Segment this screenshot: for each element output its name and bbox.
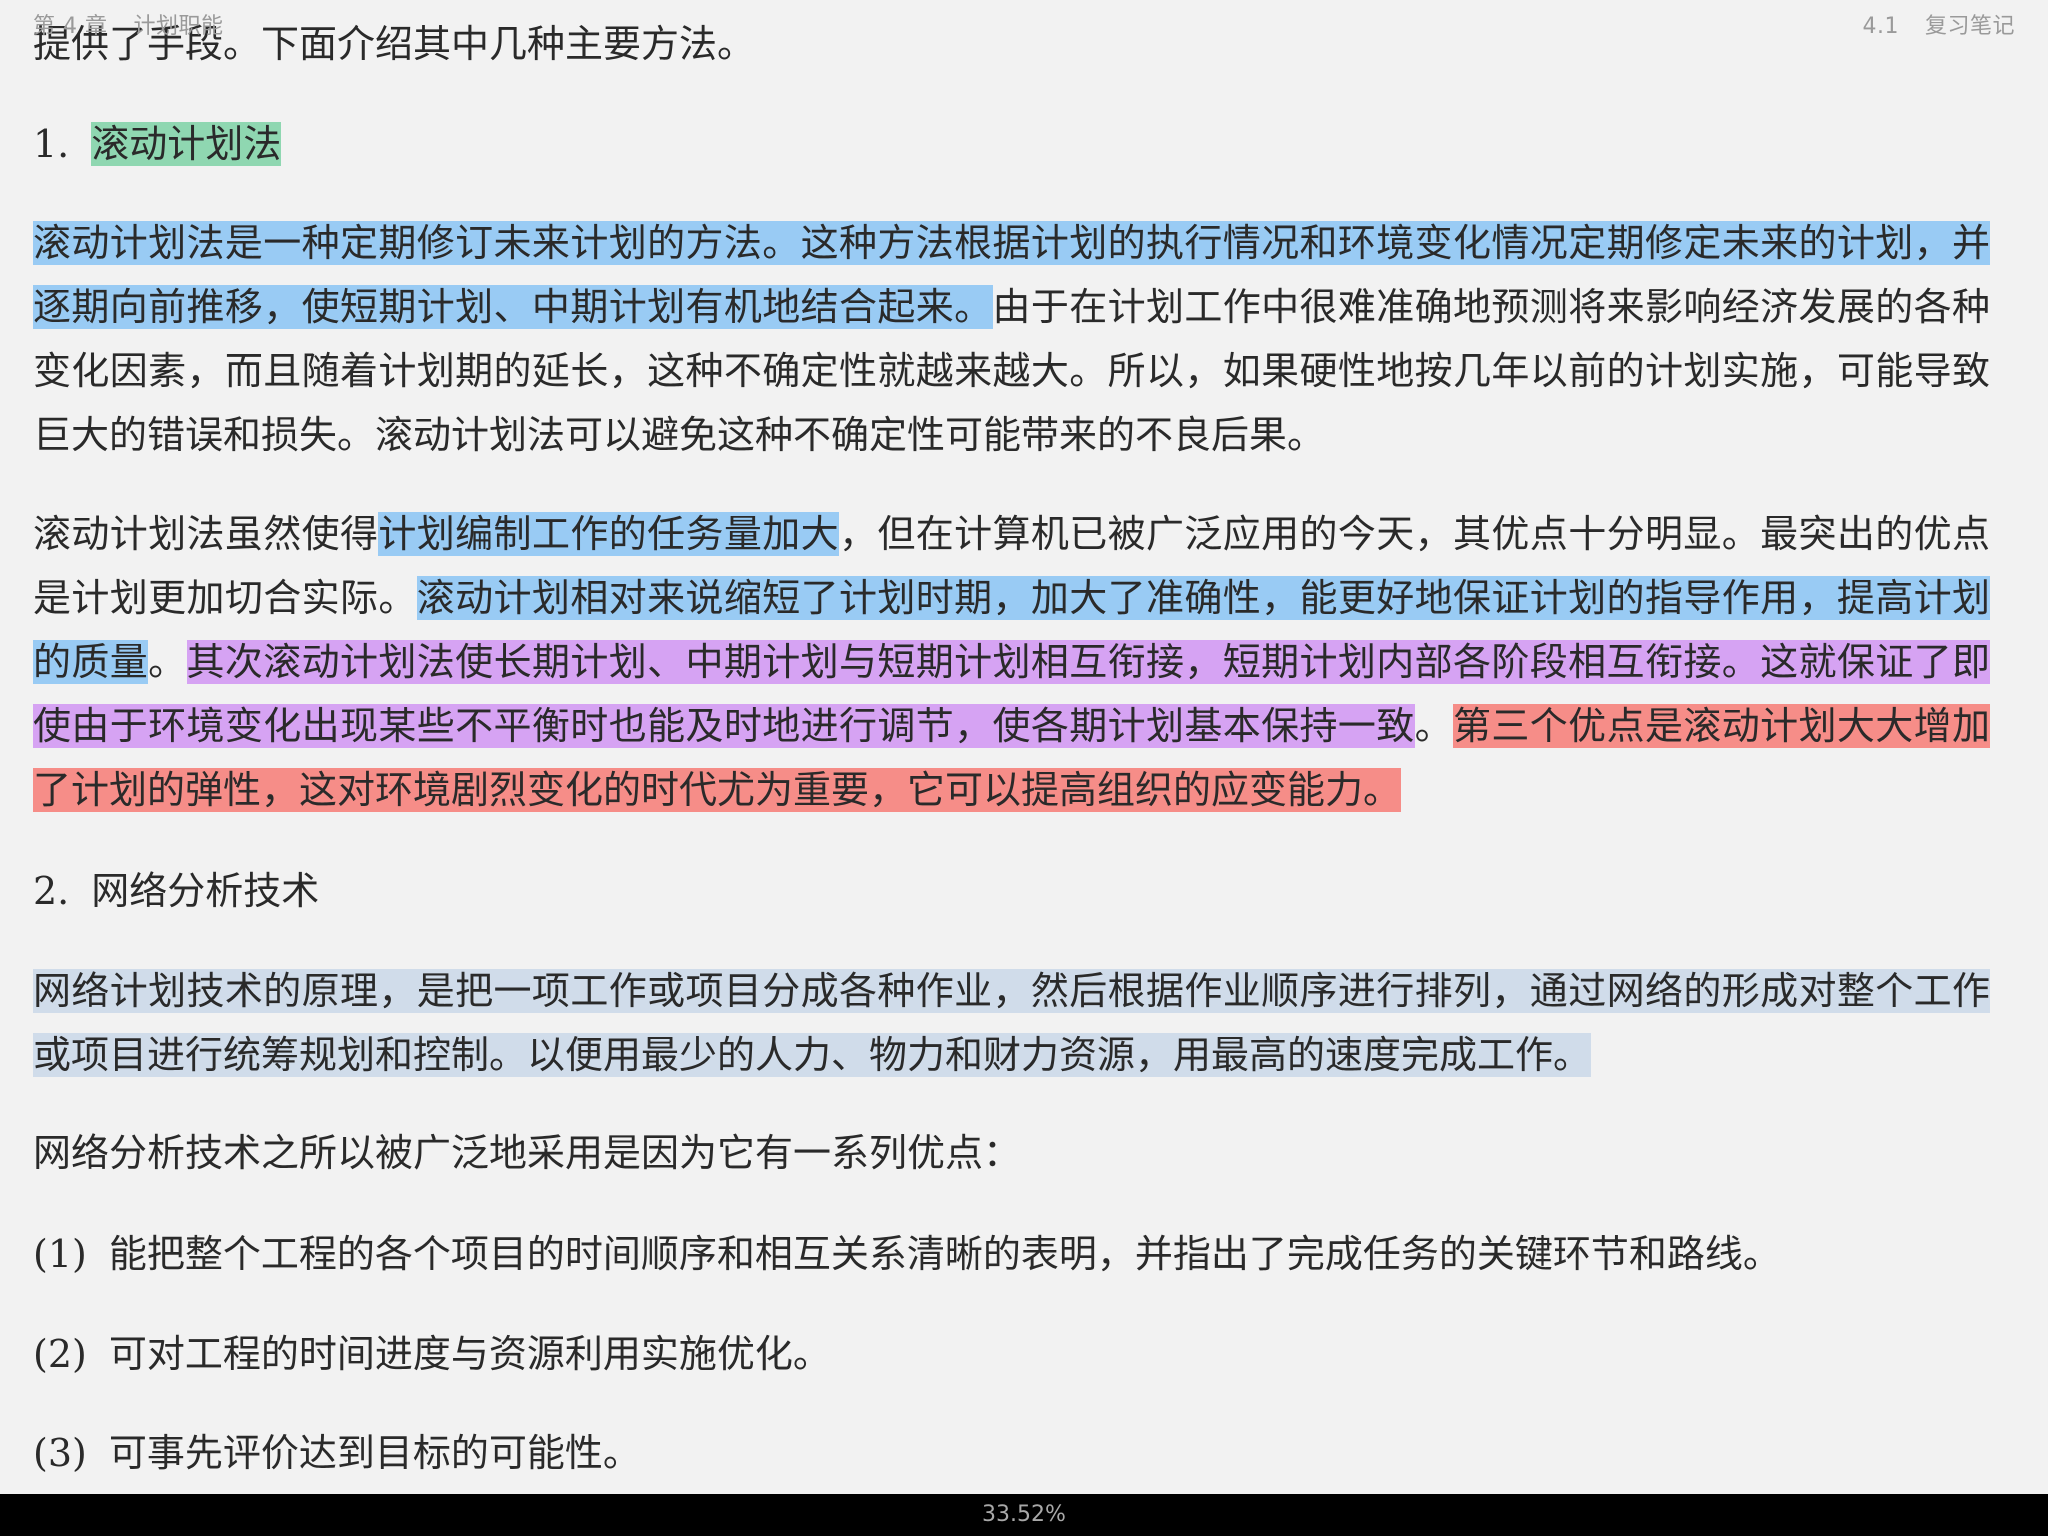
chapter-number: 第 4 章: [33, 14, 108, 39]
paragraph-text: 。: [148, 640, 187, 684]
chapter-header: 第 4 章计划职能: [33, 8, 224, 40]
highlight-green[interactable]: 滚动计划法: [91, 122, 282, 166]
list-item: (2) 可对工程的时间进度与资源利用实施优化。: [33, 1322, 831, 1386]
chapter-title: 计划职能: [133, 14, 224, 39]
paragraph-network-advantages-intro: 网络分析技术之所以被广泛地采用是因为它有一系列优点：: [33, 1131, 1022, 1175]
list-marker: (2): [33, 1332, 87, 1376]
section-number-2: 2.: [33, 869, 70, 913]
running-header: 第 4 章计划职能 4.1 复习笔记: [0, 0, 2048, 42]
section-heading-2: 2. 网络分析技术: [33, 859, 319, 923]
paragraph-text: 。: [1414, 704, 1454, 748]
reading-progress-percent: 33.52%: [982, 1502, 1066, 1527]
list-item-text: 能把整个工程的各个项目的时间顺序和相互关系清晰的表明，并指出了完成任务的关键环节…: [108, 1232, 1781, 1276]
section-heading-1: 1. 滚动计划法: [33, 112, 282, 176]
paragraph-rolling-plan-advantages: 滚动计划法虽然使得计划编制工作的任务量加大，但在计算机已被广泛应用的今天，其优点…: [33, 502, 1990, 822]
section-header: 4.1 复习笔记: [1862, 8, 2015, 40]
list-item: (1) 能把整个工程的各个项目的时间顺序和相互关系清晰的表明，并指出了完成任务的关…: [33, 1222, 1781, 1286]
book-content[interactable]: 提供了手段。下面介绍其中几种主要方法。 1. 滚动计划法 滚动计划法是一种定期修订…: [33, 0, 1990, 1494]
reader-page: 第 4 章计划职能 4.1 复习笔记 提供了手段。下面介绍其中几种主要方法。 1.…: [0, 0, 2048, 1536]
paragraph-text: 滚动计划法虽然使得: [33, 512, 379, 556]
list-item: (3) 可事先评价达到目标的可能性。: [33, 1421, 641, 1485]
reading-progress-bar[interactable]: 33.52%: [0, 1494, 2048, 1536]
paragraph-network-principle: 网络计划技术的原理，是把一项工作或项目分成各种作业，然后根据作业顺序进行排列，通…: [33, 959, 1990, 1087]
section-number-1: 1.: [33, 122, 70, 166]
section-title: 复习笔记: [1924, 14, 2015, 39]
list-item-text: 可对工程的时间进度与资源利用实施优化。: [108, 1332, 831, 1376]
highlight-gray[interactable]: 网络计划技术的原理，是把一项工作或项目分成各种作业，然后根据作业顺序进行排列，通…: [33, 969, 1990, 1077]
highlight-blue[interactable]: 计划编制工作的任务量加大: [378, 512, 839, 556]
list-marker: (3): [33, 1431, 87, 1475]
section-number: 4.1: [1862, 14, 1899, 39]
list-item-text: 可事先评价达到目标的可能性。: [108, 1431, 641, 1475]
paragraph-rolling-plan-definition: 滚动计划法是一种定期修订未来计划的方法。这种方法根据计划的执行情况和环境变化情况…: [33, 211, 1990, 467]
list-marker: (1): [33, 1232, 87, 1276]
section-title-2: 网络分析技术: [91, 869, 320, 913]
